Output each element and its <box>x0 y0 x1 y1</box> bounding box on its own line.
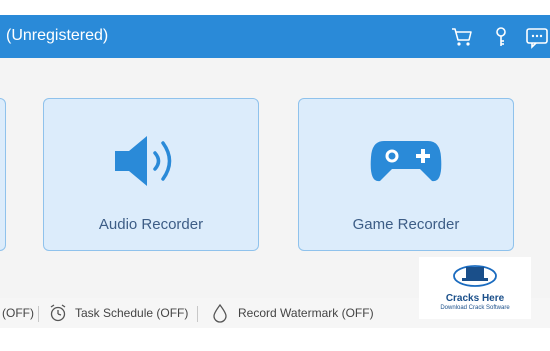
task-schedule-button[interactable]: Task Schedule (OFF) <box>75 306 188 320</box>
record-watermark-button[interactable]: Record Watermark (OFF) <box>238 306 374 320</box>
watermark-title: Cracks Here <box>445 293 505 304</box>
watermark-drop-icon <box>213 303 227 323</box>
divider <box>38 306 39 322</box>
app-title: (Unregistered) <box>6 27 109 44</box>
status-item-partial[interactable]: (OFF) <box>2 306 34 320</box>
game-recorder-label: Game Recorder <box>352 216 460 233</box>
game-recorder-card[interactable]: Game Recorder <box>298 98 514 251</box>
laptop-logo-icon <box>453 265 497 287</box>
key-icon[interactable] <box>489 25 513 49</box>
watermark-overlay: Cracks Here Download Crack Software <box>419 257 531 319</box>
audio-recorder-card[interactable]: Audio Recorder <box>43 98 259 251</box>
alarm-clock-icon <box>50 304 66 322</box>
cart-icon[interactable] <box>450 25 474 49</box>
speaker-icon <box>115 136 172 186</box>
feedback-icon[interactable] <box>525 25 549 49</box>
gamepad-icon <box>370 141 442 182</box>
watermark-subtitle: Download Crack Software <box>440 305 510 311</box>
title-bar: (Unregistered) <box>0 15 550 58</box>
divider <box>197 306 198 322</box>
video-recorder-card-partial[interactable] <box>0 98 6 251</box>
audio-recorder-label: Audio Recorder <box>98 216 204 233</box>
